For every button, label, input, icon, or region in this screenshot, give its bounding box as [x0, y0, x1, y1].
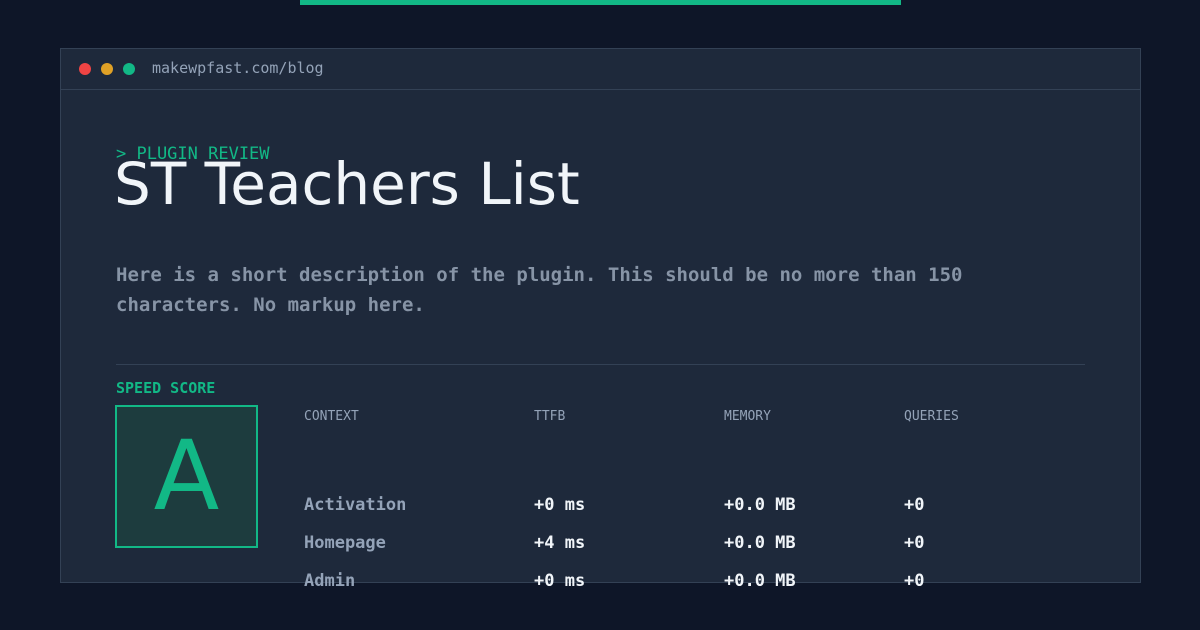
table-row-admin-memory: +0.0 MB	[724, 571, 796, 591]
table-row-activation-ttfb: +0 ms	[534, 495, 586, 515]
table-row-homepage-ttfb: +4 ms	[534, 533, 586, 553]
column-header-context: CONTEXT	[304, 409, 359, 424]
table-row-homepage-queries: +0	[904, 533, 925, 553]
table-row-admin-queries: +0	[904, 571, 925, 591]
close-window-icon[interactable]	[79, 63, 91, 75]
top-accent-bar	[300, 0, 901, 5]
plugin-description: Here is a short description of the plugi…	[116, 264, 963, 316]
section-divider	[116, 364, 1085, 365]
column-header-memory: MEMORY	[724, 409, 771, 424]
table-row-homepage-memory: +0.0 MB	[724, 533, 796, 553]
speed-score-label: SPEED SCORE	[116, 379, 216, 397]
table-row-homepage-context: Homepage	[304, 533, 386, 553]
maximize-window-icon[interactable]	[123, 63, 135, 75]
speed-grade: A	[153, 420, 220, 532]
table-row-admin-ttfb: +0 ms	[534, 571, 586, 591]
window-titlebar: makewpfast.com/blog	[61, 49, 1140, 90]
table-row-activation-memory: +0.0 MB	[724, 495, 796, 515]
column-header-queries: QUERIES	[904, 409, 959, 424]
browser-window: makewpfast.com/blog > PLUGIN REVIEW ST T…	[60, 48, 1141, 591]
address-url: makewpfast.com/blog	[152, 59, 324, 77]
table-row-admin-context: Admin	[304, 571, 356, 591]
table-row-activation-context: Activation	[304, 495, 407, 515]
minimize-window-icon[interactable]	[101, 63, 113, 75]
performance-table: CONTEXT TTFB MEMORY QUERIES Activation +…	[304, 405, 1024, 591]
table-row-activation-queries: +0	[904, 495, 925, 515]
plugin-title: ST Teachers List	[114, 150, 580, 218]
speed-grade-badge: A	[115, 405, 258, 548]
column-header-ttfb: TTFB	[534, 409, 566, 424]
